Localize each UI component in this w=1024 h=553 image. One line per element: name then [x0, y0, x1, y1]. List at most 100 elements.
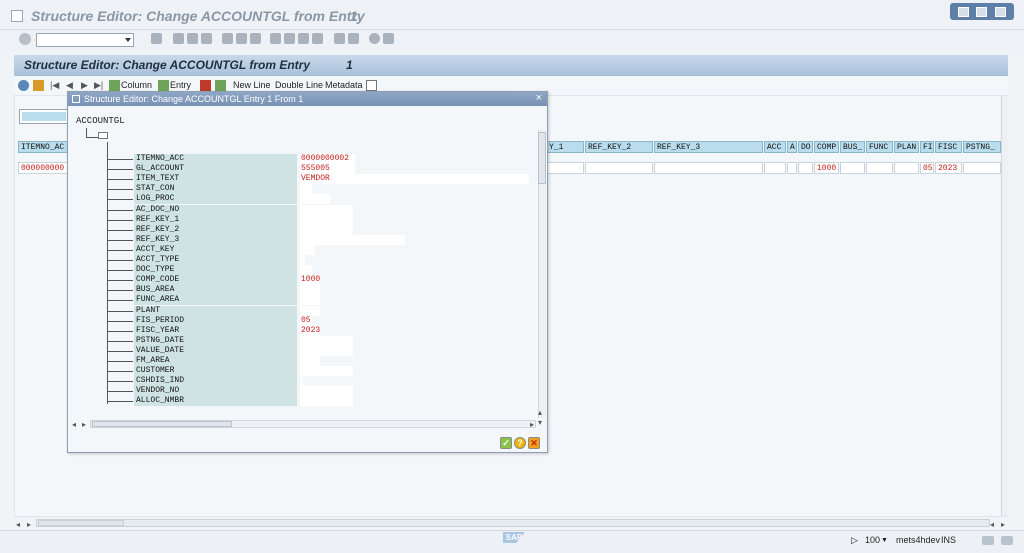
table-cell-itemno[interactable]: 000000000: [18, 162, 70, 174]
first-entry-icon[interactable]: |◀: [50, 80, 59, 91]
col-header-func[interactable]: FUNC: [866, 141, 893, 153]
find-next-icon[interactable]: [250, 33, 261, 44]
first-page-icon[interactable]: [270, 33, 281, 44]
field-value-input[interactable]: [300, 204, 353, 215]
col-header-fi[interactable]: FI: [920, 141, 934, 153]
refresh-icon[interactable]: [18, 80, 29, 91]
field-value-input[interactable]: [300, 255, 305, 265]
next-entry-icon[interactable]: ▶: [81, 80, 88, 91]
column-icon[interactable]: [109, 80, 120, 91]
field-value-input[interactable]: 05: [300, 315, 312, 326]
dialog-scroll-thumb[interactable]: [538, 132, 546, 184]
table-cell[interactable]: [894, 162, 919, 174]
prev-page-icon[interactable]: [284, 33, 295, 44]
field-value-input[interactable]: 2023: [300, 325, 320, 336]
new-session-icon[interactable]: [334, 33, 345, 44]
field-value-input[interactable]: [300, 305, 320, 316]
hierarchy-icon[interactable]: [33, 80, 44, 91]
last-page-icon[interactable]: [312, 33, 323, 44]
shortcut-icon[interactable]: [348, 33, 359, 44]
dialog-scroll-left-icon[interactable]: ◂: [72, 420, 76, 429]
dialog-scroll-right-end-icon[interactable]: ▸: [530, 420, 534, 429]
col-header-ref-key-1[interactable]: Y_1: [546, 141, 584, 153]
table-cell[interactable]: [866, 162, 893, 174]
exit-icon[interactable]: [187, 33, 198, 44]
accept-icon[interactable]: ✓: [500, 437, 512, 449]
find-icon[interactable]: [236, 33, 247, 44]
col-header-itemno[interactable]: ITEMNO_AC: [18, 141, 70, 153]
scroll-left-end-icon[interactable]: ◂: [990, 520, 994, 529]
field-value-input[interactable]: [300, 335, 353, 346]
dialog-horizontal-thumb[interactable]: [92, 421, 232, 427]
next-page-icon[interactable]: [298, 33, 309, 44]
scroll-right-icon[interactable]: ▸: [27, 520, 31, 529]
horizontal-scroll-thumb[interactable]: [38, 520, 124, 526]
table-cell-comp[interactable]: 1000: [814, 162, 839, 174]
field-value-input[interactable]: [300, 345, 353, 356]
dialog-scroll-right-icon[interactable]: ▸: [82, 420, 86, 429]
field-value-input[interactable]: [300, 285, 320, 296]
table-cell[interactable]: [764, 162, 786, 174]
save-icon[interactable]: [151, 33, 162, 44]
field-value-input[interactable]: 555005: [300, 164, 355, 175]
table-cell-fi[interactable]: 05: [920, 162, 934, 174]
col-header-bus[interactable]: BUS_: [840, 141, 865, 153]
main-vertical-scrollbar[interactable]: [1001, 96, 1008, 516]
field-value-input[interactable]: [300, 244, 315, 255]
play-icon[interactable]: ▷: [851, 535, 858, 546]
col-header-ref-key-3[interactable]: REF_KEY_3: [654, 141, 763, 153]
scroll-up-icon[interactable]: ▴: [538, 408, 542, 417]
help-dialog-icon[interactable]: ?: [514, 437, 526, 449]
table-cell[interactable]: [787, 162, 797, 174]
field-value-input[interactable]: [300, 234, 405, 245]
delete-row-icon[interactable]: [200, 80, 211, 91]
close-window-icon[interactable]: [995, 6, 1007, 17]
entry-field[interactable]: [19, 109, 69, 124]
print-icon[interactable]: [222, 33, 233, 44]
folder-icon[interactable]: [98, 132, 108, 139]
col-header-comp[interactable]: COMP: [814, 141, 839, 153]
enter-icon[interactable]: [19, 33, 31, 45]
col-header-pstng[interactable]: PSTNG_: [963, 141, 1001, 153]
last-entry-icon[interactable]: ▶|: [94, 80, 103, 91]
field-value-input[interactable]: [300, 265, 312, 276]
field-value-input[interactable]: [300, 386, 353, 397]
table-cell[interactable]: [654, 162, 763, 174]
document-icon[interactable]: [366, 80, 377, 91]
scroll-left-icon[interactable]: ◂: [16, 520, 20, 529]
field-value-input[interactable]: [300, 224, 353, 235]
prev-entry-icon[interactable]: ◀: [66, 80, 73, 91]
layout-icon[interactable]: [383, 33, 394, 44]
help-icon[interactable]: [369, 33, 380, 44]
table-cell-fisc[interactable]: 2023: [935, 162, 962, 174]
zoom-level[interactable]: 100: [865, 535, 880, 545]
double-line-button[interactable]: Double Line: [275, 80, 323, 91]
field-value-input[interactable]: [300, 376, 303, 387]
restore-icon[interactable]: [976, 6, 988, 17]
command-field[interactable]: [36, 33, 134, 47]
window-menu-icon[interactable]: [11, 10, 23, 22]
zoom-dropdown-icon[interactable]: ▼: [881, 537, 888, 544]
minimize-icon[interactable]: [957, 6, 969, 17]
field-value-input[interactable]: 1000: [300, 275, 320, 286]
table-cell[interactable]: [798, 162, 813, 174]
close-icon[interactable]: ×: [536, 92, 542, 105]
field-value-input[interactable]: [300, 194, 330, 205]
column-button[interactable]: Column: [121, 80, 152, 91]
field-value-input[interactable]: [300, 295, 320, 306]
scroll-right-end-icon[interactable]: ▸: [1001, 520, 1005, 529]
field-value-input[interactable]: 0000000002: [300, 154, 355, 164]
cancel-dialog-icon[interactable]: ✕: [528, 437, 540, 449]
col-header-ref-key-2[interactable]: REF_KEY_2: [585, 141, 653, 153]
field-value-input[interactable]: [300, 184, 312, 195]
back-icon[interactable]: [173, 33, 184, 44]
field-value-input[interactable]: [300, 366, 353, 377]
field-value-input[interactable]: VEMDOR: [300, 174, 529, 185]
col-header-fisc[interactable]: FISC: [935, 141, 962, 153]
metadata-button[interactable]: Metadata: [325, 80, 363, 91]
col-header-a[interactable]: A: [787, 141, 797, 153]
col-header-plan[interactable]: PLAN: [894, 141, 919, 153]
cancel-icon[interactable]: [201, 33, 212, 44]
entry-icon[interactable]: [158, 80, 169, 91]
status-icon-2[interactable]: [1001, 536, 1013, 545]
